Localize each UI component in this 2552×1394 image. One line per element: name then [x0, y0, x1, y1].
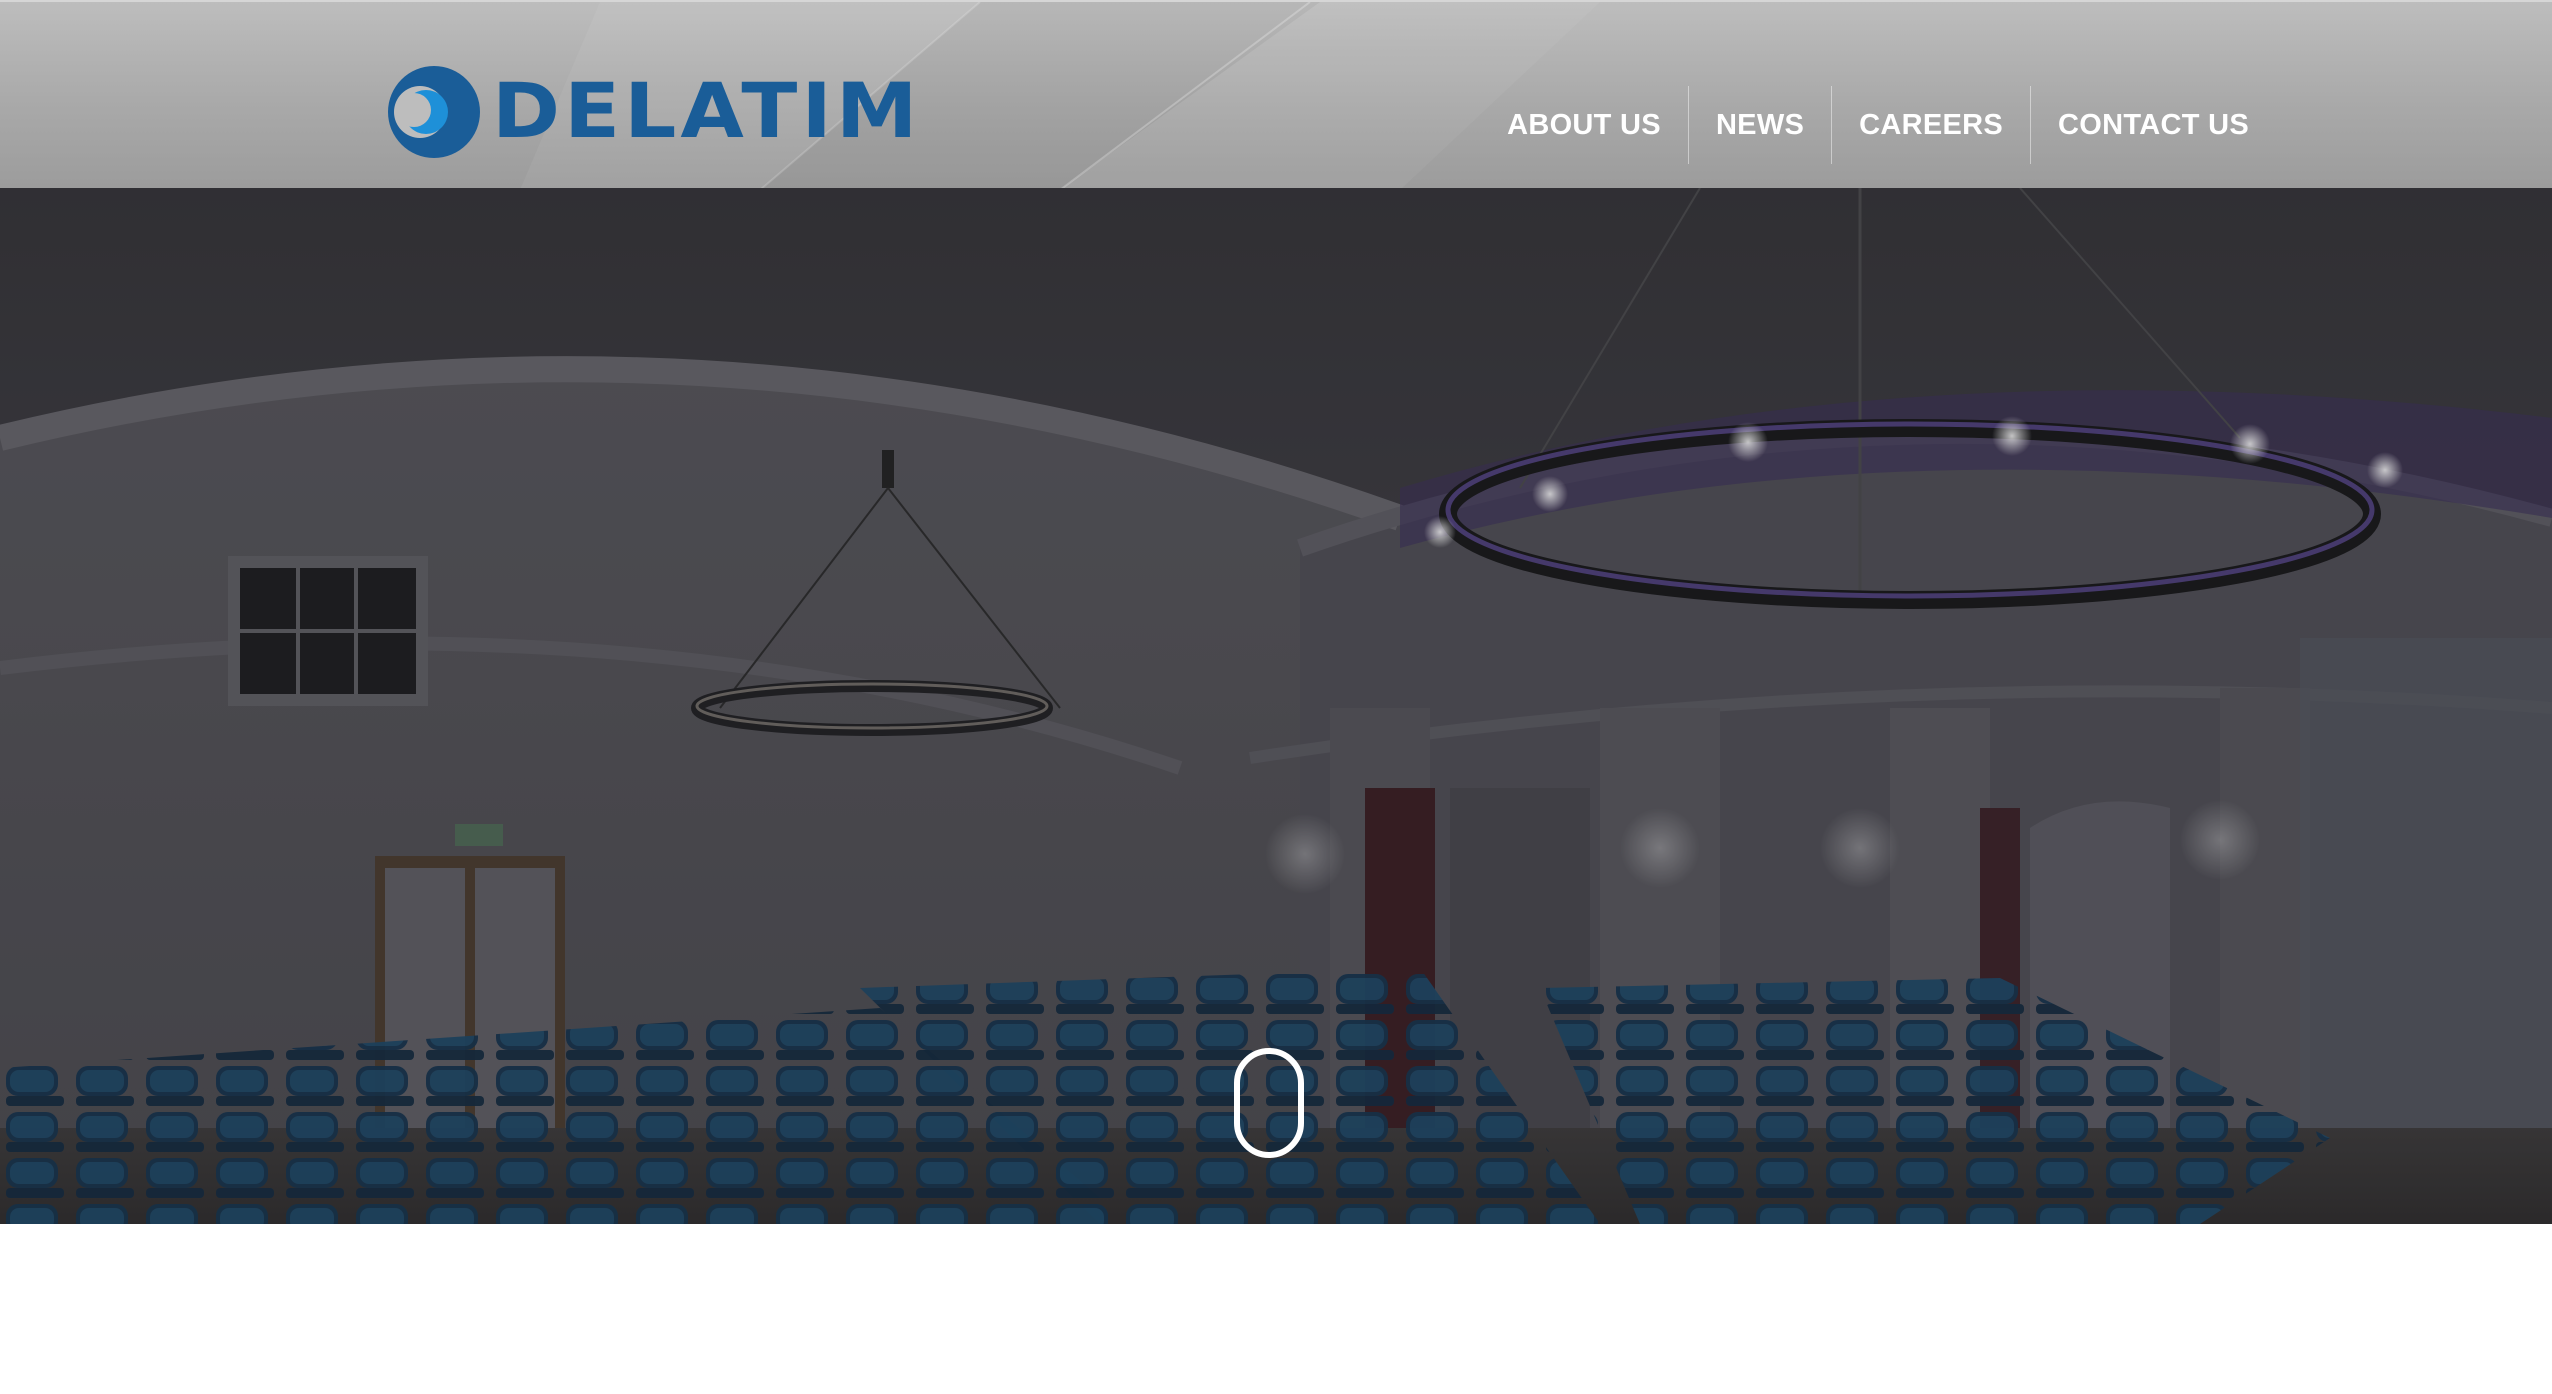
nav-contact-us[interactable]: CONTACT US [2030, 86, 2249, 164]
site-header: DELATIM ABOUT US NEWS CAREERS CONTACT US [0, 0, 2552, 188]
hero-banner [0, 188, 2552, 1224]
main-navigation: ABOUT US NEWS CAREERS CONTACT US [1480, 86, 2249, 164]
mouse-scroll-icon[interactable] [1234, 1048, 1304, 1158]
content-area [0, 1224, 2552, 1394]
logo-wordmark: DELATIM [492, 67, 922, 156]
nav-about-us[interactable]: ABOUT US [1480, 86, 1688, 164]
delatim-logo[interactable]: DELATIM [386, 64, 926, 160]
delatim-logo-icon [388, 66, 480, 158]
nav-careers[interactable]: CAREERS [1831, 86, 2030, 164]
nav-news[interactable]: NEWS [1687, 86, 1831, 164]
